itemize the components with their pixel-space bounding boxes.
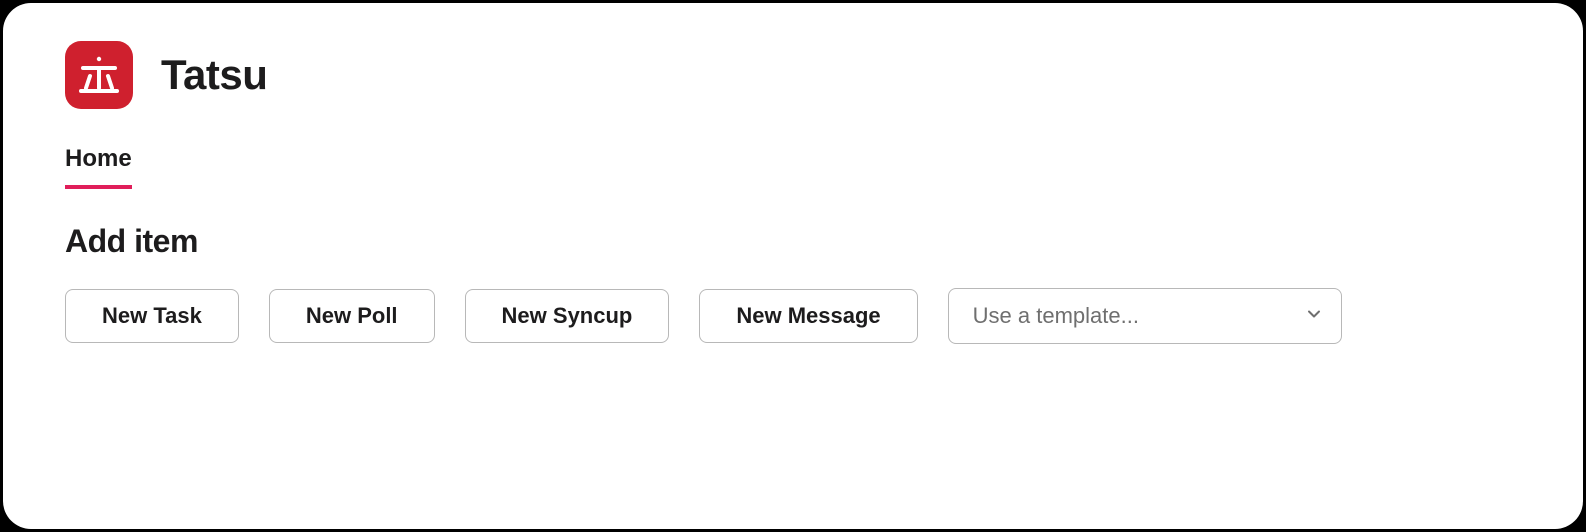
new-task-button[interactable]: New Task	[65, 289, 239, 343]
template-select-wrap: Use a template...	[948, 288, 1342, 344]
tatsu-glyph-icon	[78, 54, 120, 96]
template-select[interactable]: Use a template...	[948, 288, 1342, 344]
app-card: Tatsu Home Add item New Task New Poll Ne…	[3, 3, 1583, 529]
actions-row: New Task New Poll New Syncup New Message…	[65, 288, 1521, 344]
tab-label: Home	[65, 145, 132, 172]
section-title: Add item	[65, 223, 1521, 260]
app-icon	[65, 41, 133, 109]
template-select-placeholder: Use a template...	[973, 303, 1139, 329]
new-poll-button[interactable]: New Poll	[269, 289, 435, 343]
new-syncup-button[interactable]: New Syncup	[465, 289, 670, 343]
new-message-button[interactable]: New Message	[699, 289, 917, 343]
header: Tatsu	[65, 41, 1521, 109]
app-title: Tatsu	[161, 51, 267, 99]
tab-home[interactable]: Home	[65, 145, 132, 189]
tabs: Home	[65, 145, 1521, 189]
